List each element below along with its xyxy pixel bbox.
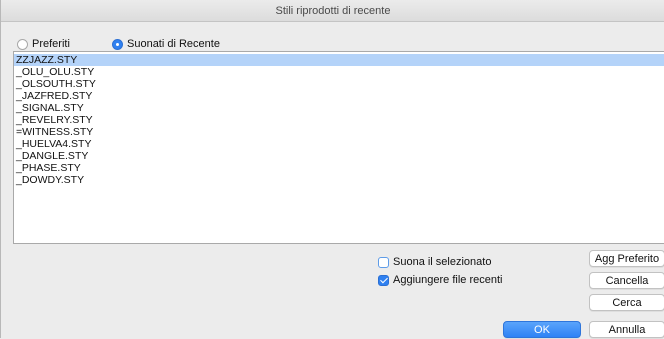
add-recent-files-option[interactable]: Aggiungere file recenti <box>378 273 502 287</box>
play-selected-checkbox[interactable] <box>378 256 389 268</box>
radio-favorites-label: Preferiti <box>32 38 70 50</box>
list-item[interactable]: _SIGNAL.STY <box>14 102 664 114</box>
list-item[interactable]: _DOWDY.STY <box>14 174 664 186</box>
radio-favorites[interactable]: Preferiti <box>17 37 70 51</box>
search-button[interactable]: Cerca <box>589 294 664 311</box>
list-item[interactable]: ZZJAZZ.STY <box>14 54 664 66</box>
play-selected-option[interactable]: Suona il selezionato <box>378 255 491 269</box>
delete-button[interactable]: Cancella <box>589 272 664 289</box>
radio-recently-played[interactable]: Suonati di Recente <box>112 37 220 51</box>
list-item[interactable]: _OLSOUTH.STY <box>14 78 664 90</box>
radio-favorites-indicator[interactable] <box>17 38 28 50</box>
add-recent-files-checkbox[interactable] <box>378 274 389 286</box>
list-item[interactable]: =WITNESS.STY <box>14 126 664 138</box>
recent-styles-dialog: Stili riprodotti di recente Preferiti Su… <box>0 0 664 338</box>
add-favorite-button[interactable]: Agg Preferito <box>589 250 664 267</box>
radio-recently-played-indicator[interactable] <box>112 38 123 50</box>
add-recent-files-label: Aggiungere file recenti <box>393 274 503 286</box>
play-selected-label: Suona il selezionato <box>393 256 492 268</box>
list-item[interactable]: _DANGLE.STY <box>14 150 664 162</box>
list-item[interactable]: _OLU_OLU.STY <box>14 66 664 78</box>
list-item[interactable]: _JAZFRED.STY <box>14 90 664 102</box>
radio-recently-played-label: Suonati di Recente <box>127 38 220 50</box>
list-item[interactable]: _PHASE.STY <box>14 162 664 174</box>
styles-list[interactable]: ZZJAZZ.STY _OLU_OLU.STY _OLSOUTH.STY _JAZFR… <box>13 51 664 244</box>
list-item[interactable]: _REVELRY.STY <box>14 114 664 126</box>
cancel-button[interactable]: Annulla <box>589 321 664 338</box>
ok-button[interactable]: OK <box>503 321 581 338</box>
dialog-title: Stili riprodotti di recente <box>1 0 664 22</box>
list-item[interactable]: _HUELVA4.STY <box>14 138 664 150</box>
